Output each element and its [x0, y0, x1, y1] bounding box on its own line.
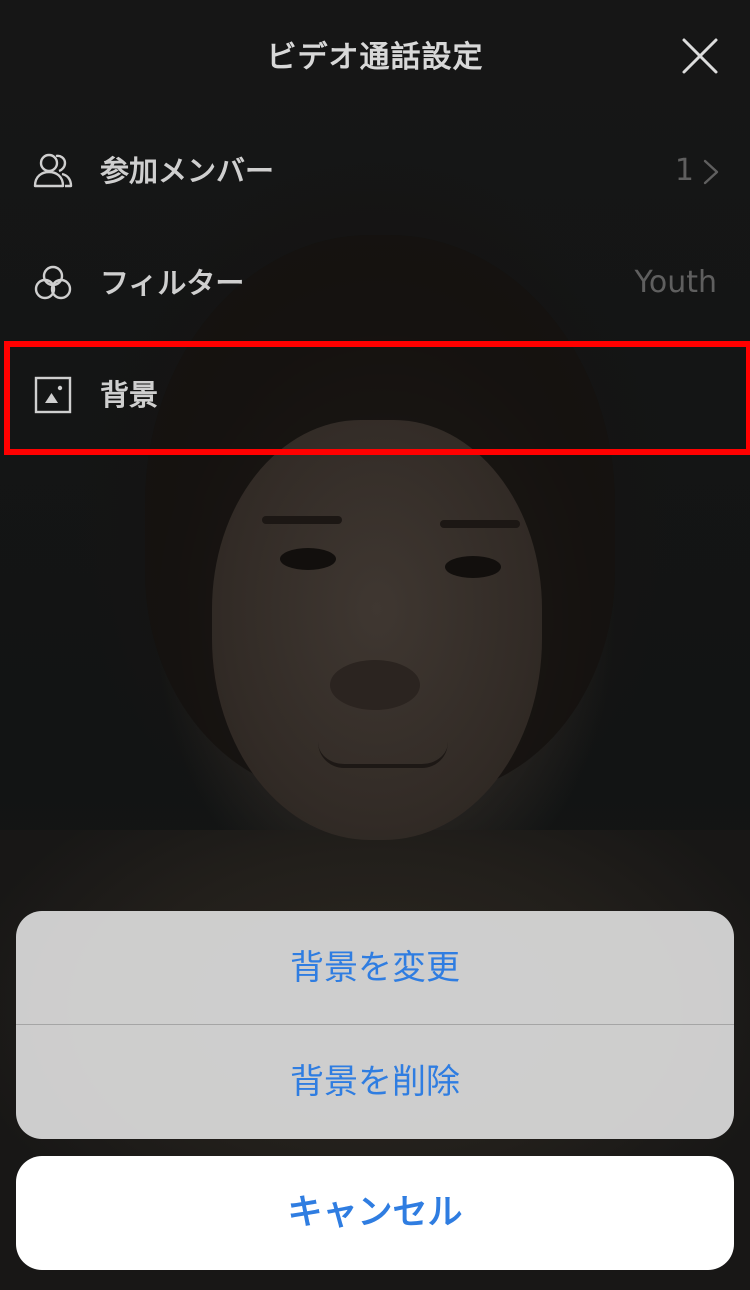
change-background-button[interactable]: 背景を変更 — [16, 911, 734, 1025]
page-title: ビデオ通話設定 — [266, 40, 484, 75]
close-button[interactable] — [680, 36, 720, 76]
preview-nose — [330, 660, 420, 710]
member-count: 1 — [674, 153, 694, 188]
menu-item-label: 背景 — [100, 378, 159, 412]
close-icon[interactable] — [680, 36, 720, 76]
preview-eye-left — [280, 548, 336, 570]
menu-item-label: 参加メンバー — [100, 154, 275, 188]
preview-eye-right — [445, 556, 501, 578]
image-icon — [32, 374, 74, 416]
delete-background-button[interactable]: 背景を削除 — [16, 1025, 734, 1139]
menu-item-label: フィルター — [100, 266, 245, 300]
preview-person-face — [212, 420, 542, 840]
menu-item-filter[interactable]: フィルター Youth — [0, 232, 750, 332]
preview-brow-left — [262, 516, 342, 524]
current-filter-value: Youth — [634, 265, 718, 300]
menu-item-members[interactable]: 参加メンバー 1 — [0, 120, 750, 220]
chevron-right-icon — [702, 159, 720, 185]
preview-mouth — [318, 742, 448, 768]
cancel-button[interactable]: キャンセル — [16, 1156, 734, 1270]
preview-brow-right — [440, 520, 520, 528]
action-sheet: 背景を変更 背景を削除 — [16, 911, 734, 1139]
filter-circles-icon — [32, 262, 74, 304]
people-icon — [32, 150, 74, 192]
menu-item-background[interactable]: 背景 — [0, 344, 750, 444]
